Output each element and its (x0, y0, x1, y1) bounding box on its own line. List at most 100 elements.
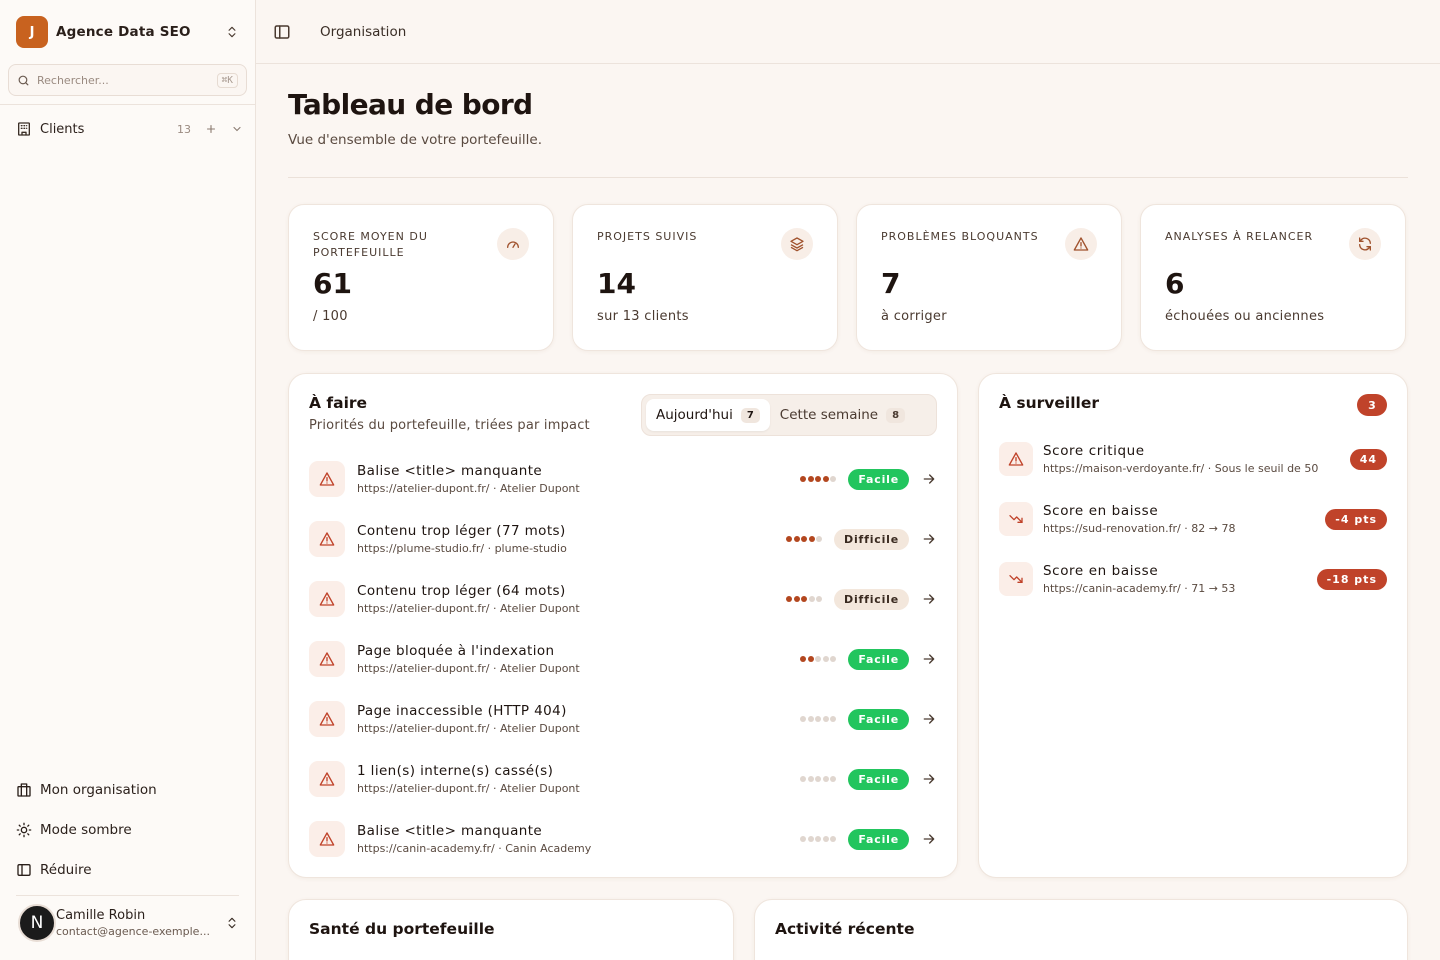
impact-dot (800, 836, 807, 842)
impact-dot (807, 476, 814, 482)
task-row[interactable]: Page inaccessible (HTTP 404) https://ate… (309, 699, 937, 739)
task-row[interactable]: Page bloquée à l'indexation https://atel… (309, 639, 937, 679)
task-title: Balise <title> manquante (357, 823, 543, 839)
add-client-button[interactable] (205, 123, 217, 135)
watch-text: Score critique https://maison-verdoyante… (1043, 443, 1350, 475)
impact-dot (822, 656, 829, 662)
impact-dot (830, 716, 837, 722)
alert-icon (309, 641, 345, 677)
sidebar-item-clients[interactable]: Clients 13 (16, 118, 243, 140)
sun-icon (16, 822, 32, 838)
arrow-right-icon[interactable] (921, 531, 937, 547)
layers-icon (781, 228, 813, 260)
org-logo: J (16, 16, 48, 48)
page-title: Tableau de bord (288, 88, 533, 121)
task-row[interactable]: Contenu trop léger (64 mots) https://ate… (309, 579, 937, 619)
arrow-right-icon[interactable] (921, 831, 937, 847)
impact-dot (815, 476, 822, 482)
alert-icon (309, 581, 345, 617)
watch-row[interactable]: Score en baisse https://canin-academy.fr… (999, 559, 1387, 599)
stat-label: ANALYSES À RELANCER (1165, 230, 1314, 243)
stat-value: 14 (597, 267, 636, 300)
arrow-right-icon[interactable] (921, 471, 937, 487)
tab-today[interactable]: Aujourd'hui 7 (646, 399, 770, 431)
divider (16, 895, 239, 896)
task-row[interactable]: 1 lien(s) interne(s) cassé(s) https://at… (309, 759, 937, 799)
stat-value: 7 (881, 267, 901, 300)
tab-label: Cette semaine (779, 407, 879, 423)
impact-dot (807, 716, 814, 722)
impact-indicator (799, 776, 837, 782)
todo-title: À faire (309, 394, 368, 412)
search-input[interactable] (37, 73, 217, 87)
task-meta: https://canin-academy.fr/ · Canin Academ… (357, 842, 592, 855)
avatar: N (18, 904, 56, 942)
page-subtitle: Vue d'ensemble de votre portefeuille. (288, 132, 543, 148)
breadcrumb[interactable]: Organisation (320, 24, 406, 40)
stat-value: 6 (1165, 267, 1185, 300)
tab-count: 8 (886, 407, 906, 423)
sidebar-item-dark-mode[interactable]: Mode sombre (16, 819, 132, 841)
task-meta: https://atelier-dupont.fr/ · Atelier Dup… (357, 782, 580, 795)
refresh-icon (1349, 228, 1381, 260)
stat-card-problems: PROBLÈMES BLOQUANTS 7 à corriger (856, 204, 1122, 351)
watch-row[interactable]: Score en baisse https://sud-renovation.f… (999, 499, 1387, 539)
watch-row[interactable]: Score critique https://maison-verdoyante… (999, 439, 1387, 479)
task-row[interactable]: Balise <title> manquante https://canin-a… (309, 819, 937, 859)
task-title: Contenu trop léger (77 mots) (357, 523, 566, 539)
sidebar-toggle-icon[interactable] (273, 23, 291, 41)
watch-item-title: Score critique (1043, 443, 1145, 459)
task-meta: https://atelier-dupont.fr/ · Atelier Dup… (357, 602, 580, 615)
sidebar-item-label: Clients (40, 121, 85, 137)
arrow-right-icon[interactable] (921, 771, 937, 787)
score-badge: 44 (1349, 448, 1387, 470)
user-menu[interactable]: N Camille Robin contact@agence-exemple..… (18, 903, 239, 943)
task-row[interactable]: Contenu trop léger (77 mots) https://plu… (309, 519, 937, 559)
stat-value: 61 (313, 267, 352, 300)
org-name: Agence Data SEO (56, 24, 191, 40)
arrow-right-icon[interactable] (921, 711, 937, 727)
trending-down-icon (999, 502, 1033, 536)
stat-label: PROBLÈMES BLOQUANTS (881, 230, 1039, 243)
impact-dot (822, 836, 829, 842)
chevron-down-icon[interactable] (231, 123, 243, 135)
impact-indicator (799, 836, 837, 842)
sidebar-item-label: Mode sombre (40, 822, 132, 838)
tab-this-week[interactable]: Cette semaine 8 (770, 399, 915, 431)
sidebar-item-organisation[interactable]: Mon organisation (16, 779, 157, 801)
sidebar-item-collapse[interactable]: Réduire (16, 859, 92, 881)
chevrons-up-down-icon (225, 25, 239, 39)
search-box[interactable]: ⌘K (8, 64, 247, 96)
org-switcher[interactable]: J Agence Data SEO (16, 16, 239, 48)
impact-dot (822, 476, 829, 482)
task-row[interactable]: Balise <title> manquante https://atelier… (309, 459, 937, 499)
impact-dot (807, 776, 814, 782)
task-meta: https://atelier-dupont.fr/ · Atelier Dup… (357, 482, 580, 495)
alert-icon (309, 461, 345, 497)
impact-dot (807, 836, 814, 842)
watch-item-meta: https://sud-renovation.fr/ · 82 → 78 (1043, 522, 1236, 535)
difficulty-badge: Facile (848, 468, 909, 490)
impact-dot (801, 536, 808, 542)
difficulty-badge: Facile (848, 768, 909, 790)
impact-dot (800, 776, 807, 782)
stat-card-analyses: ANALYSES À RELANCER 6 échouées ou ancien… (1140, 204, 1406, 351)
sidebar: J Agence Data SEO ⌘K Clients 13 Mon orga… (0, 0, 256, 960)
watch-card: À surveiller 3 Score critique https://ma… (978, 373, 1408, 878)
impact-dot (786, 536, 793, 542)
watch-item-title: Score en baisse (1043, 503, 1159, 519)
arrow-right-icon[interactable] (921, 591, 937, 607)
watch-item-meta: https://maison-verdoyante.fr/ · Sous le … (1043, 462, 1319, 475)
alert-icon (309, 761, 345, 797)
task-text: Page bloquée à l'indexation https://atel… (357, 643, 799, 675)
stat-label: PROJETS SUIVIS (597, 230, 698, 243)
divider (288, 177, 1408, 178)
watch-title: À surveiller (999, 394, 1100, 412)
task-text: Balise <title> manquante https://atelier… (357, 463, 799, 495)
score-badge: -4 pts (1325, 508, 1387, 530)
watch-text: Score en baisse https://sud-renovation.f… (1043, 503, 1325, 535)
arrow-right-icon[interactable] (921, 651, 937, 667)
stat-sub: sur 13 clients (597, 309, 689, 324)
user-name: Camille Robin (56, 908, 146, 923)
task-text: 1 lien(s) interne(s) cassé(s) https://at… (357, 763, 799, 795)
